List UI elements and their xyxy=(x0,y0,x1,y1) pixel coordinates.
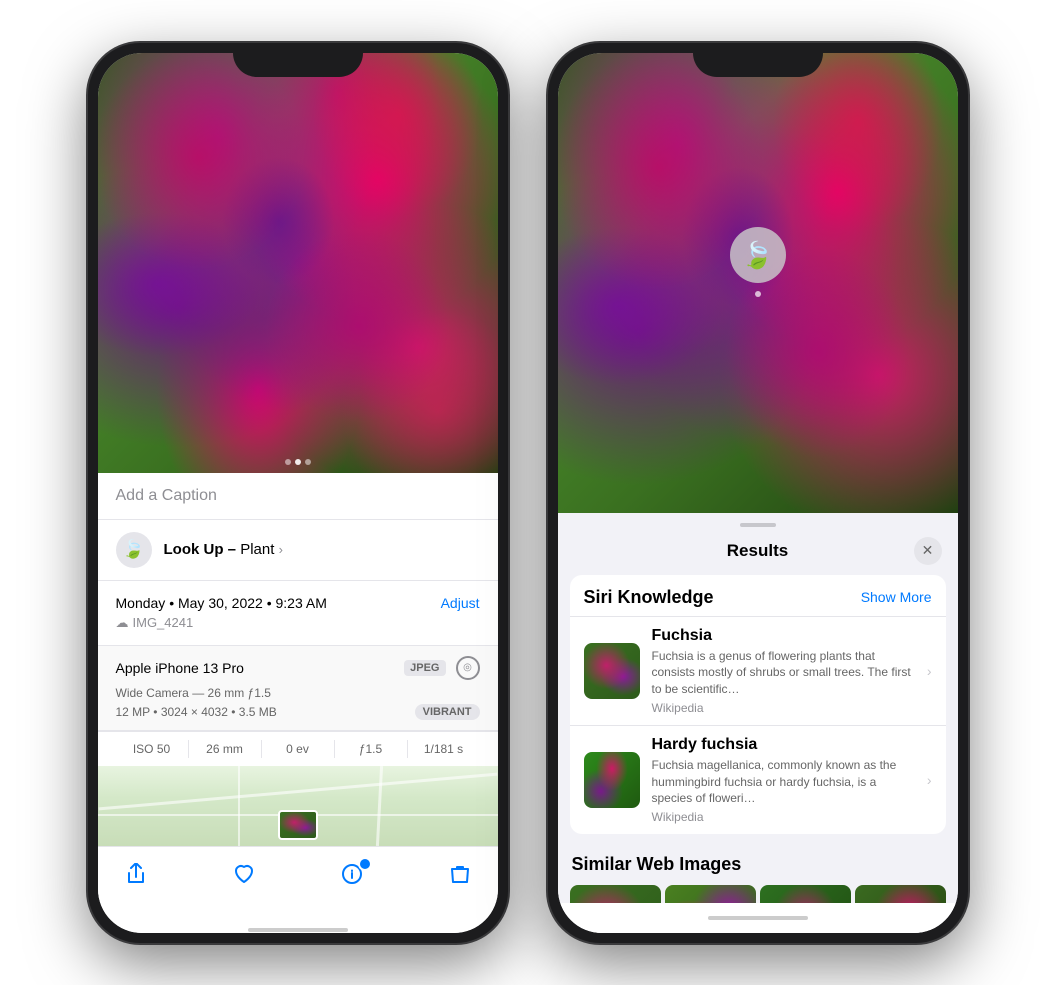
device-row: Apple iPhone 13 Pro JPEG ◎ xyxy=(116,656,480,680)
map-section[interactable] xyxy=(98,766,498,846)
home-bar-right xyxy=(708,916,808,920)
caption-placeholder[interactable]: Add a Caption xyxy=(116,487,217,504)
look-up-section[interactable]: 🍃 Look Up – Plant › xyxy=(98,520,498,581)
knowledge-item-fuchsia[interactable]: Fuchsia Fuchsia is a genus of flowering … xyxy=(570,616,946,725)
map-photo-thumb xyxy=(278,810,318,840)
fuchsia-source: Wikipedia xyxy=(652,701,915,715)
photo-dot-indicator xyxy=(285,459,311,465)
fuchsia-info: Fuchsia Fuchsia is a genus of flowering … xyxy=(652,627,915,715)
exif-aperture: ƒ1.5 xyxy=(335,740,408,758)
siri-knowledge-section: Siri Knowledge Show More Fuchsia Fuchsia… xyxy=(570,575,946,835)
map-road-v1 xyxy=(238,766,240,846)
device-section: Apple iPhone 13 Pro JPEG ◎ Wide Camera —… xyxy=(98,646,498,731)
siri-dot xyxy=(755,291,761,297)
right-screen: 🍃 Results ✕ Siri Knowledge Show M xyxy=(558,53,958,933)
results-sheet: Results ✕ Siri Knowledge Show More Fuchs… xyxy=(558,513,958,933)
camera-specs-row2: 12 MP • 3024 × 4032 • 3.5 MB VIBRANT xyxy=(116,704,480,720)
similar-img-3[interactable] xyxy=(760,885,851,902)
look-up-subject: Plant xyxy=(240,541,274,558)
siri-knowledge-title: Siri Knowledge xyxy=(584,587,714,608)
meta-adjust-btn[interactable]: Adjust xyxy=(441,595,480,611)
hardy-name: Hardy fuchsia xyxy=(652,736,915,754)
siri-leaf-right: 🍃 xyxy=(741,240,773,271)
camera-icon: ◎ xyxy=(463,662,472,673)
caption-area[interactable]: Add a Caption xyxy=(98,473,498,520)
right-phone: 🍃 Results ✕ Siri Knowledge Show M xyxy=(548,43,968,943)
meta-row-date: Monday • May 30, 2022 • 9:23 AM Adjust xyxy=(116,595,480,611)
hardy-source: Wikipedia xyxy=(652,810,915,824)
hardy-description: Fuchsia magellanica, commonly known as t… xyxy=(652,757,915,807)
favorite-button[interactable] xyxy=(226,859,262,895)
dot-3 xyxy=(305,459,311,465)
siri-icon: 🍃 xyxy=(116,532,152,568)
home-indicator xyxy=(98,915,498,933)
hardy-thumbnail xyxy=(584,752,640,808)
siri-overlay: 🍃 xyxy=(730,227,786,297)
sheet-handle xyxy=(740,523,776,527)
dot-1 xyxy=(285,459,291,465)
close-button[interactable]: ✕ xyxy=(914,537,942,565)
meta-date: Monday • May 30, 2022 • 9:23 AM xyxy=(116,595,327,611)
results-content: Siri Knowledge Show More Fuchsia Fuchsia… xyxy=(558,575,958,903)
fuchsia-name: Fuchsia xyxy=(652,627,915,645)
camera-specs: Wide Camera — 26 mm ƒ1.5 xyxy=(116,686,480,700)
home-bar xyxy=(248,928,348,932)
similar-images-section: Similar Web Images xyxy=(570,850,946,902)
home-indicator-right xyxy=(558,903,958,933)
share-icon xyxy=(125,863,147,891)
meta-cloud-row: ☁ IMG_4241 xyxy=(116,615,480,631)
results-header: Results ✕ xyxy=(558,531,958,575)
siri-knowledge-header: Siri Knowledge Show More xyxy=(570,575,946,616)
look-up-bold: Look Up – xyxy=(164,541,237,558)
meta-filename: IMG_4241 xyxy=(133,615,194,630)
knowledge-item-hardy[interactable]: Hardy fuchsia Fuchsia magellanica, commo… xyxy=(570,725,946,834)
siri-leaf-icon: 🍃 xyxy=(122,539,144,560)
siri-circle-icon: 🍃 xyxy=(730,227,786,283)
heart-icon xyxy=(233,863,255,891)
look-up-chevron: › xyxy=(279,542,283,557)
jpeg-badge: JPEG xyxy=(404,660,445,676)
delete-button[interactable] xyxy=(442,859,478,895)
fuchsia-description: Fuchsia is a genus of flowering plants t… xyxy=(652,648,915,698)
trash-icon xyxy=(449,863,471,891)
resolution-text: 12 MP • 3024 × 4032 • 3.5 MB xyxy=(116,705,277,719)
exif-row: ISO 50 26 mm 0 ev ƒ1.5 1/181 s xyxy=(98,731,498,766)
exif-shutter: 1/181 s xyxy=(408,740,480,758)
fuchsia-thumbnail xyxy=(584,643,640,699)
similar-section-title: Similar Web Images xyxy=(570,850,946,885)
info-badge xyxy=(358,857,372,871)
exif-ev: 0 ev xyxy=(262,740,335,758)
phone-notch xyxy=(233,43,363,77)
look-up-label: Look Up – Plant › xyxy=(164,541,283,558)
exif-focal: 26 mm xyxy=(189,740,262,758)
show-more-button[interactable]: Show More xyxy=(861,589,932,605)
device-name: Apple iPhone 13 Pro xyxy=(116,660,244,676)
dot-2 xyxy=(295,459,301,465)
cloud-icon: ☁ xyxy=(116,615,129,631)
results-title: Results xyxy=(602,541,914,561)
similar-img-4[interactable] xyxy=(855,885,946,902)
phone-notch-right xyxy=(693,43,823,77)
map-road-v2 xyxy=(375,766,382,846)
hardy-info: Hardy fuchsia Fuchsia magellanica, commo… xyxy=(652,736,915,824)
map-road-h1 xyxy=(98,772,497,810)
info-button[interactable] xyxy=(334,859,370,895)
bottom-toolbar xyxy=(98,846,498,915)
similar-images-row xyxy=(570,885,946,902)
map-overlay xyxy=(98,766,498,846)
similar-img-1[interactable] xyxy=(570,885,661,902)
camera-icon-btn[interactable]: ◎ xyxy=(456,656,480,680)
exif-iso: ISO 50 xyxy=(116,740,189,758)
fuchsia-chevron: › xyxy=(927,663,932,679)
similar-img-2[interactable] xyxy=(665,885,756,902)
left-screen: Add a Caption 🍃 Look Up – Plant › Monday… xyxy=(98,53,498,933)
photo-image-left[interactable] xyxy=(98,53,498,473)
sheet-handle-area xyxy=(558,513,958,531)
hardy-chevron: › xyxy=(927,772,932,788)
metadata-section: Monday • May 30, 2022 • 9:23 AM Adjust ☁… xyxy=(98,581,498,646)
left-phone: Add a Caption 🍃 Look Up – Plant › Monday… xyxy=(88,43,508,943)
photo-image-right: 🍃 xyxy=(558,53,958,513)
share-button[interactable] xyxy=(118,859,154,895)
vibrant-badge: VIBRANT xyxy=(415,704,480,720)
